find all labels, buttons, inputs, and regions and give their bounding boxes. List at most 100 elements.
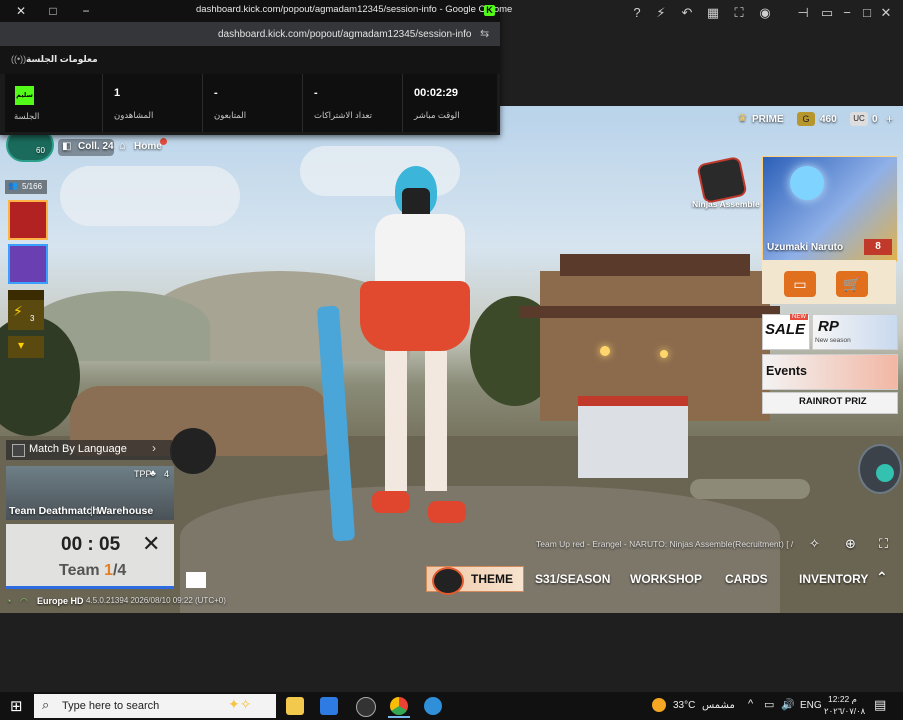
network-icon[interactable]: ▭ xyxy=(764,698,774,711)
popout-title: dashboard.kick.com/popout/agmadam12345/s… xyxy=(196,4,513,15)
match-language-label: Match By Language xyxy=(29,443,127,455)
match-language-checkbox[interactable] xyxy=(12,444,25,457)
chest-icon[interactable]: ▭ xyxy=(784,271,816,297)
collection-icon: ◧ xyxy=(62,141,72,152)
weather-text: مشمس xyxy=(702,700,735,711)
prime-label[interactable]: PRIME xyxy=(752,114,784,125)
mode-name: Team Deathmatch xyxy=(9,505,99,517)
character-dress xyxy=(360,281,470,351)
home-icon[interactable]: ⌂ xyxy=(119,140,126,152)
session-info-title: معلومات الجلسة xyxy=(26,54,98,64)
loot-crate[interactable] xyxy=(578,396,688,478)
team-up-ticker[interactable]: Team Up red - Erangel - NARUTO: Ninjas A… xyxy=(536,539,793,549)
ninjas-label[interactable]: Ninjas Assemble xyxy=(692,199,760,209)
search-icon: ⌕ xyxy=(42,697,50,712)
chevron-up-icon[interactable]: ⌃ xyxy=(876,569,888,586)
squad-icon: ♣ xyxy=(150,468,156,478)
active-indicator xyxy=(388,716,410,718)
naruto-name: Uzumaki Naruto xyxy=(767,242,844,253)
stat-viewers: 1 المشاهدون xyxy=(102,74,203,132)
team-prefix: Team xyxy=(59,562,105,579)
cloud xyxy=(60,166,240,226)
grid-icon[interactable]: ▦ xyxy=(704,4,722,22)
temperature: 33°C xyxy=(673,700,696,711)
file-explorer-icon[interactable] xyxy=(286,697,304,715)
logs xyxy=(690,479,810,499)
close-icon[interactable]: ✕ xyxy=(13,3,29,19)
windows-start-icon[interactable]: ⊞ xyxy=(10,697,23,715)
clock-time[interactable]: 12:22 م xyxy=(828,694,857,705)
clock-date[interactable]: ٢٠٢٦/٠٧/٠٨ xyxy=(824,706,865,717)
chevron-down-icon: ▾ xyxy=(18,338,25,352)
team-suffix: /4 xyxy=(112,562,127,579)
viewers-label: المشاهدون xyxy=(114,110,154,120)
character-leg xyxy=(425,351,447,491)
language-indicator[interactable]: ENG xyxy=(800,700,822,711)
home-label[interactable]: Home xyxy=(134,141,162,152)
magic-wand-icon[interactable]: ✧ xyxy=(809,536,820,552)
progress-line xyxy=(6,586,174,589)
theme-icon xyxy=(432,567,464,595)
player-level: 60 xyxy=(36,146,45,155)
chevron-right-icon: › xyxy=(152,441,156,455)
live-time-value: 00:02:29 xyxy=(414,87,459,99)
signal-icon: ◠ xyxy=(20,596,28,606)
subscriptions-label: تعداد الاشتراكات xyxy=(314,110,373,120)
help-icon[interactable]: ? xyxy=(628,4,646,22)
sparkle xyxy=(660,350,668,358)
maximize-icon[interactable]: □ xyxy=(858,4,876,22)
minimize-icon[interactable]: − xyxy=(78,3,94,19)
reward-slot[interactable] xyxy=(8,336,44,358)
camera-settings-icon[interactable]: ⊕ xyxy=(845,536,856,552)
chrome-icon[interactable] xyxy=(390,697,408,715)
search-placeholder: Type here to search xyxy=(62,700,160,712)
fullscreen-icon[interactable]: ⛶ xyxy=(730,4,748,22)
app-icon[interactable] xyxy=(424,697,442,715)
nav-cards[interactable]: CARDS xyxy=(725,572,768,586)
nav-theme[interactable]: THEME xyxy=(471,572,513,586)
nav-season[interactable]: S31/SEASON xyxy=(535,572,610,586)
camera-icon[interactable]: ◉ xyxy=(756,4,774,22)
wifi-icon: ◔ xyxy=(6,596,12,606)
sale-label: SALE xyxy=(765,321,806,338)
session-status-badge: سليم xyxy=(15,86,34,105)
collection-label: Coll. 24 xyxy=(78,141,114,152)
character-shoe xyxy=(372,491,410,513)
map-name: Warehouse xyxy=(97,505,154,517)
cart-icon[interactable]: 🛒 xyxy=(836,271,868,297)
notification-dot xyxy=(160,138,167,145)
rp-label: RP xyxy=(818,318,839,335)
sparkle xyxy=(600,346,610,356)
stat-subscriptions: - تعداد الاشتراكات xyxy=(302,74,403,132)
plus-icon[interactable]: + xyxy=(886,112,893,126)
chevron-up-icon[interactable]: ^ xyxy=(748,698,753,710)
flag-button[interactable] xyxy=(186,572,206,588)
undo-icon[interactable]: ↶ xyxy=(678,4,696,22)
obs-icon[interactable] xyxy=(356,697,376,717)
friend-avatar[interactable] xyxy=(8,244,48,284)
site-settings-icon[interactable]: ⇆ xyxy=(480,27,489,40)
version-info: 4.5.0.21394 2026/08/10 09:22 (UTC+0) xyxy=(86,596,226,605)
expand-icon[interactable]: ⛶ xyxy=(879,536,888,552)
address-url[interactable]: dashboard.kick.com/popout/agmadam12345/s… xyxy=(218,29,472,40)
friend-avatar[interactable] xyxy=(8,200,48,240)
pin-icon[interactable]: ⊣ xyxy=(794,4,812,22)
app-icon[interactable] xyxy=(320,697,338,715)
cancel-match-icon[interactable]: ✕ xyxy=(142,531,160,557)
team-count: Team 1/4 xyxy=(59,562,126,580)
restore-icon[interactable]: ▭ xyxy=(818,4,836,22)
close-icon[interactable]: ✕ xyxy=(877,4,895,22)
followers-value: - xyxy=(214,87,218,99)
minimize-icon[interactable]: − xyxy=(838,4,856,22)
rp-sub: New season xyxy=(815,337,851,344)
players-icon: 👥 xyxy=(8,181,18,190)
maximize-icon[interactable]: □ xyxy=(45,3,61,19)
flash-icon[interactable]: ⚡ xyxy=(652,4,670,22)
volume-icon[interactable]: 🔊 xyxy=(781,698,795,711)
naruto-count: 8 xyxy=(864,239,892,255)
building-roof xyxy=(560,254,750,276)
notification-icon[interactable]: ▤ xyxy=(874,697,886,713)
nav-inventory[interactable]: INVENTORY xyxy=(799,572,868,586)
character-leg xyxy=(385,351,407,491)
nav-workshop[interactable]: WORKSHOP xyxy=(630,572,702,586)
